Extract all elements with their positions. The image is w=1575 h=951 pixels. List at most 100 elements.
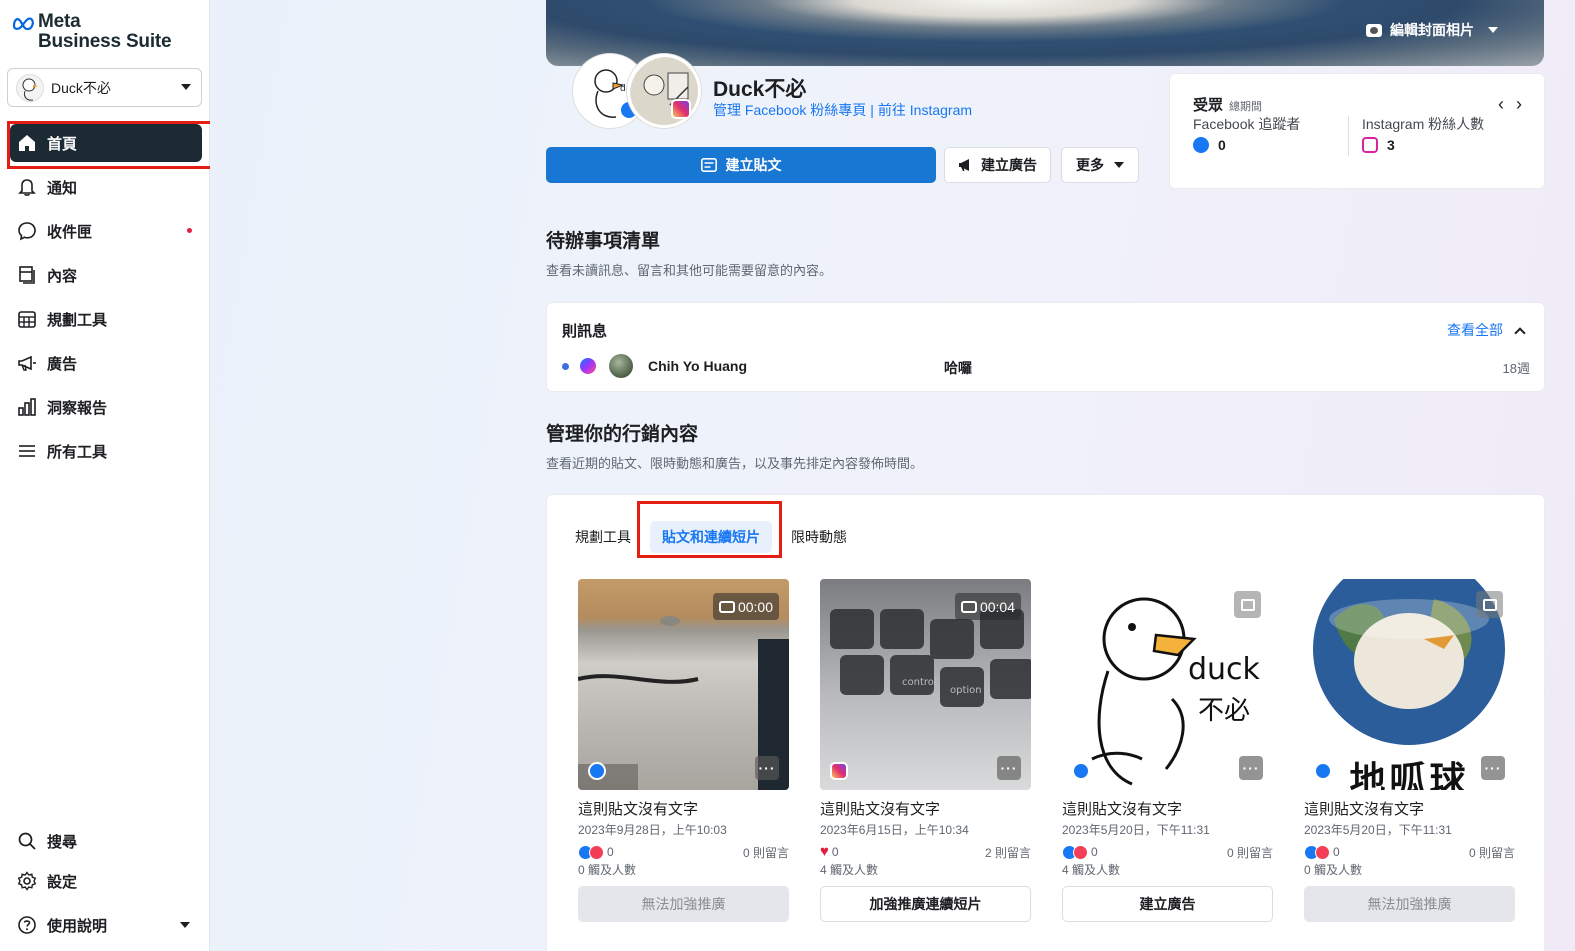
post-date: 2023年5月20日，下午11:31 bbox=[1304, 823, 1452, 837]
nav-content[interactable]: 內容 bbox=[10, 256, 202, 294]
nav-settings[interactable]: 設定 bbox=[10, 862, 202, 900]
reaction-count: 0 bbox=[1333, 845, 1340, 859]
meta-business-suite-logo[interactable]: Meta Business Suite bbox=[12, 12, 172, 52]
video-duration: 00:00 bbox=[712, 593, 779, 620]
nav-ads-label: 廣告 bbox=[47, 355, 78, 373]
question-circle-icon bbox=[16, 914, 38, 936]
comment-count: 0 則留言 bbox=[742, 846, 789, 860]
create-ad-label: 建立廣告 bbox=[981, 157, 1037, 173]
reaction-count: 0 bbox=[1091, 845, 1098, 859]
go-to-instagram-link[interactable]: 前往 Instagram bbox=[878, 102, 972, 118]
chevron-up-icon[interactable] bbox=[1514, 326, 1526, 339]
create-ad-button[interactable]: 建立廣告 bbox=[944, 147, 1051, 183]
post-thumbnail[interactable]: 地呱球 ··· bbox=[1304, 579, 1515, 790]
megaphone-icon bbox=[16, 352, 38, 374]
post-card[interactable]: control option 00:04 ··· 這則貼文沒有文字 2023年6… bbox=[820, 579, 1031, 922]
logo-line2: Business Suite bbox=[38, 31, 172, 52]
view-all-link[interactable]: 查看全部 bbox=[1447, 320, 1526, 340]
more-options-icon[interactable]: ··· bbox=[1239, 756, 1263, 780]
chevron-left-icon[interactable]: ‹ bbox=[1498, 94, 1504, 115]
more-options-icon[interactable]: ··· bbox=[755, 756, 779, 780]
search-icon bbox=[16, 830, 38, 852]
video-icon bbox=[718, 600, 735, 613]
nav-help-label: 使用說明 bbox=[47, 917, 108, 935]
nav-insights[interactable]: 洞察報告 bbox=[10, 388, 202, 426]
chevron-down-icon bbox=[1114, 162, 1124, 168]
manage-facebook-page-link[interactable]: 管理 Facebook 粉絲專頁 bbox=[713, 102, 866, 118]
boost-reel-button[interactable]: 加強推廣連續短片 bbox=[820, 886, 1031, 922]
nav-notifications[interactable]: 通知 bbox=[10, 168, 202, 206]
camera-icon bbox=[1366, 23, 1382, 37]
more-button[interactable]: 更多 bbox=[1061, 147, 1139, 183]
message-row[interactable]: Chih Yo Huang 哈囉 18週 bbox=[562, 354, 1530, 378]
messenger-icon bbox=[580, 358, 596, 374]
post-date: 2023年9月28日，上午10:03 bbox=[578, 823, 727, 837]
create-post-label: 建立貼文 bbox=[725, 157, 782, 173]
edit-cover-button[interactable]: 編輯封面相片 bbox=[1366, 20, 1498, 40]
boost-unavailable-button: 無法加強推廣 bbox=[578, 886, 789, 922]
messages-card: 則訊息 查看全部 Chih Yo Huang 哈囉 18週 bbox=[546, 302, 1545, 392]
facebook-icon bbox=[1072, 762, 1090, 780]
tab-stories[interactable]: 限時動態 bbox=[779, 521, 859, 553]
facebook-icon bbox=[1193, 137, 1209, 153]
post-stats: 0 0 則留言 bbox=[1062, 844, 1273, 860]
edit-cover-label: 編輯封面相片 bbox=[1390, 22, 1474, 38]
calendar-grid-icon bbox=[16, 308, 38, 330]
account-avatar bbox=[16, 73, 44, 102]
instagram-followers-value: 3 bbox=[1362, 137, 1395, 153]
nav-inbox[interactable]: 收件匣 bbox=[10, 212, 202, 250]
message-sender: Chih Yo Huang bbox=[648, 358, 748, 374]
bell-icon bbox=[16, 176, 38, 198]
link-separator: | bbox=[870, 102, 874, 118]
post-card[interactable]: 地呱球 ··· 這則貼文沒有文字 2023年5月20日，下午11:31 0 0 … bbox=[1304, 579, 1515, 922]
post-thumbnail[interactable]: control option 00:04 ··· bbox=[820, 579, 1031, 790]
chevron-right-icon[interactable]: › bbox=[1516, 94, 1522, 115]
tab-planner[interactable]: 規劃工具 bbox=[563, 521, 643, 553]
image-icon bbox=[1234, 591, 1261, 618]
chevron-down-icon bbox=[181, 84, 191, 90]
more-label: 更多 bbox=[1076, 157, 1104, 173]
video-duration-text: 00:04 bbox=[979, 598, 1015, 615]
reaction-count: 0 bbox=[831, 845, 839, 859]
more-options-icon[interactable]: ··· bbox=[1481, 756, 1505, 780]
post-thumbnail[interactable]: 00:00 ··· bbox=[578, 579, 789, 790]
nav-ads[interactable]: 廣告 bbox=[10, 344, 202, 382]
post-reach: 4 觸及人數 bbox=[1062, 863, 1121, 877]
video-duration-text: 00:00 bbox=[737, 598, 773, 615]
nav-planner[interactable]: 規劃工具 bbox=[10, 300, 202, 338]
facebook-icon bbox=[588, 762, 606, 780]
comment-count: 0 則留言 bbox=[1226, 846, 1273, 860]
post-card[interactable]: 00:00 ··· 這則貼文沒有文字 2023年9月28日，上午10:03 0 … bbox=[578, 579, 789, 922]
facebook-followers-number: 0 bbox=[1218, 137, 1226, 153]
more-options-icon[interactable]: ··· bbox=[997, 756, 1021, 780]
audience-title: 受眾 bbox=[1193, 97, 1224, 114]
account-switcher[interactable]: Duck不必 bbox=[7, 68, 202, 107]
nav-all-tools-label: 所有工具 bbox=[47, 443, 108, 461]
nav-help[interactable]: 使用說明 bbox=[10, 906, 202, 944]
todo-title: 待辦事項清單 bbox=[546, 231, 661, 252]
instagram-followers-number: 3 bbox=[1387, 137, 1395, 153]
reactions-icon bbox=[578, 844, 604, 860]
video-duration: 00:04 bbox=[954, 593, 1021, 620]
avatar bbox=[609, 354, 633, 378]
nav-search-label: 搜尋 bbox=[47, 833, 78, 851]
post-icon bbox=[700, 158, 717, 172]
post-reach: 4 觸及人數 bbox=[820, 863, 879, 877]
sidebar: Meta Business Suite Duck不必 首頁 通知 收件匣 內容 … bbox=[0, 0, 217, 951]
marketing-title: 管理你的行銷內容 bbox=[546, 424, 699, 445]
nav-insights-label: 洞察報告 bbox=[47, 399, 108, 417]
post-stats: ♥ 0 2 則留言 bbox=[820, 844, 1031, 860]
post-card[interactable]: duck 不必 ··· 這則貼文沒有文字 2023年5月20日，下午11:31 … bbox=[1062, 579, 1273, 922]
create-ad-post-button[interactable]: 建立廣告 bbox=[1062, 886, 1273, 922]
nav-content-label: 內容 bbox=[47, 267, 78, 285]
instagram-icon bbox=[671, 99, 691, 119]
heart-icon: ♥ bbox=[820, 843, 829, 860]
nav-all-tools[interactable]: 所有工具 bbox=[10, 432, 202, 470]
cover-photo: 編輯封面相片 bbox=[546, 0, 1544, 66]
image-icon bbox=[1476, 591, 1503, 618]
create-post-button[interactable]: 建立貼文 bbox=[546, 147, 936, 183]
post-thumbnail[interactable]: duck 不必 ··· bbox=[1062, 579, 1273, 790]
nav-search[interactable]: 搜尋 bbox=[10, 822, 202, 860]
unread-indicator bbox=[187, 228, 192, 233]
page-name: Duck不必 bbox=[713, 78, 807, 101]
